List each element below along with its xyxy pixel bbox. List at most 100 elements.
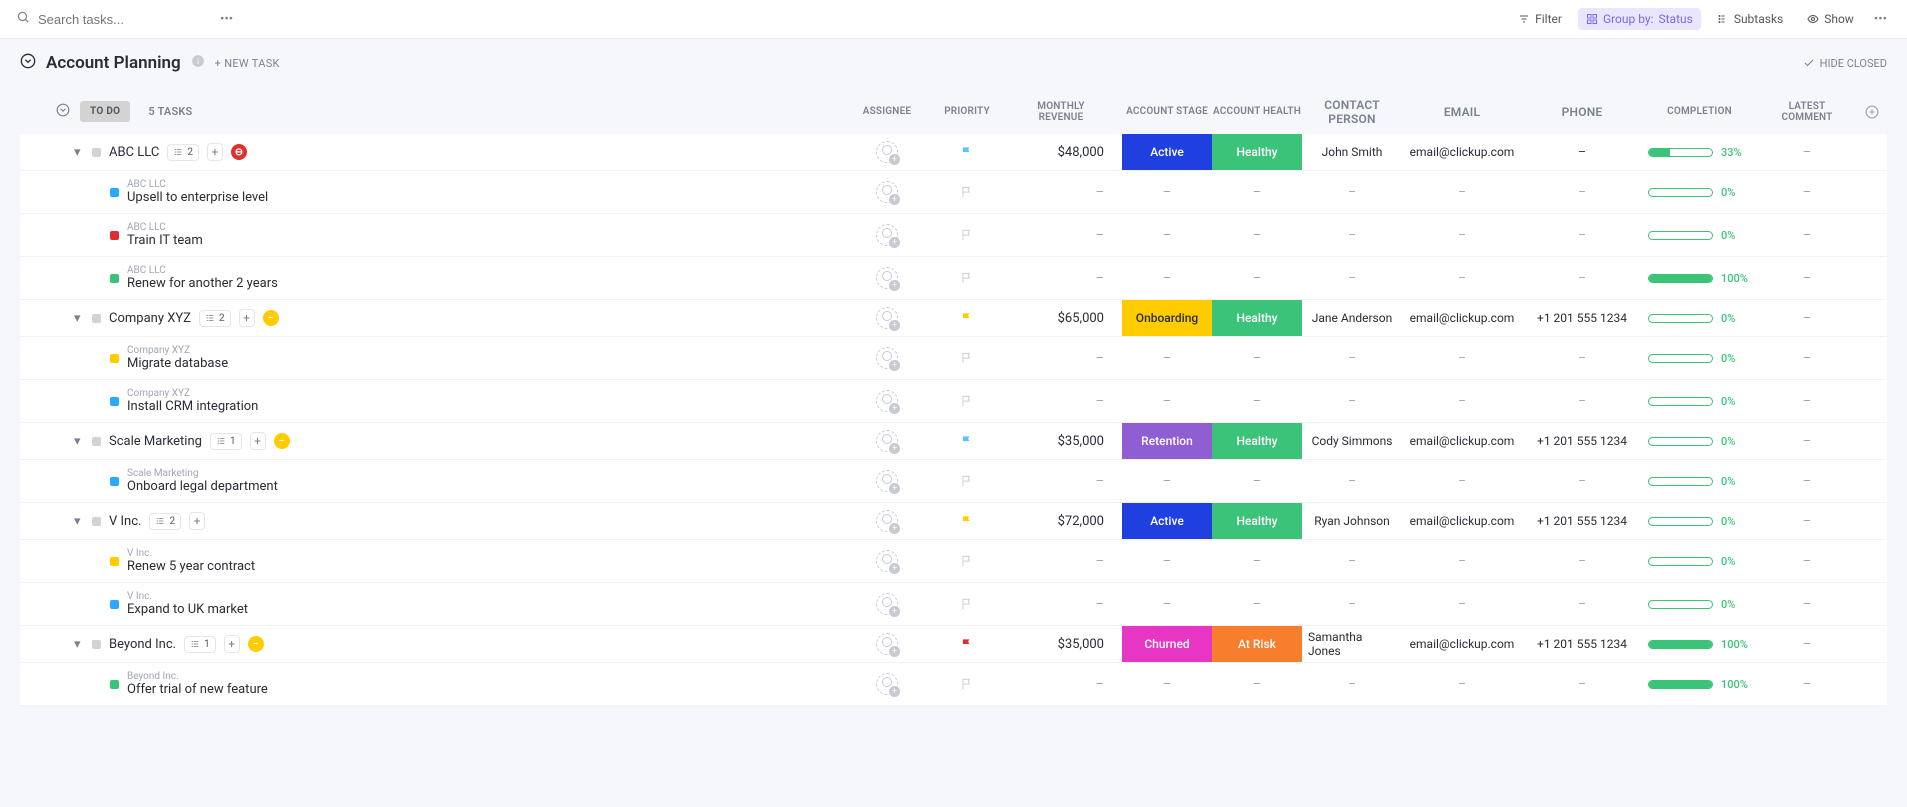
task-title[interactable]: Offer trial of new feature [127, 682, 268, 697]
assignee-placeholder[interactable] [876, 510, 898, 532]
add-subtask-button[interactable]: + [224, 635, 240, 653]
email-cell[interactable]: – [1402, 380, 1522, 422]
caret-down-icon[interactable]: ▾ [74, 434, 84, 449]
caret-down-icon[interactable]: ▾ [74, 145, 84, 160]
status-square[interactable] [110, 680, 119, 689]
priority-flag-icon[interactable] [960, 514, 974, 528]
assignee-placeholder[interactable] [876, 430, 898, 452]
priority-flag-icon[interactable] [960, 351, 974, 365]
priority-flag-icon[interactable] [960, 271, 974, 285]
contact-cell[interactable]: John Smith [1302, 134, 1402, 170]
col-revenue[interactable]: MONTHLY REVENUE [1012, 97, 1122, 127]
health-chip[interactable]: Healthy [1212, 134, 1302, 170]
new-task-button[interactable]: + NEW TASK [215, 57, 280, 70]
revenue-cell[interactable]: $48,000 [1012, 134, 1122, 170]
comment-cell[interactable]: – [1757, 626, 1857, 662]
contact-cell[interactable]: – [1302, 540, 1402, 582]
status-square[interactable] [92, 517, 101, 526]
subtask-row[interactable]: ABC LLC Train IT team – – – – – – 0% – [20, 214, 1887, 257]
status-square[interactable] [110, 188, 119, 197]
stage-chip[interactable]: Onboarding [1122, 300, 1212, 336]
assignee-placeholder[interactable] [876, 181, 898, 203]
phone-cell[interactable]: +1 201 555 1234 [1522, 300, 1642, 336]
priority-flag-icon[interactable] [960, 554, 974, 568]
revenue-cell[interactable]: – [1012, 540, 1122, 582]
comment-cell[interactable]: – [1757, 423, 1857, 459]
revenue-cell[interactable]: – [1012, 663, 1122, 705]
priority-flag-icon[interactable] [960, 145, 974, 159]
task-title[interactable]: Renew 5 year contract [127, 559, 255, 574]
phone-cell[interactable]: – [1522, 460, 1642, 502]
phone-cell[interactable]: +1 201 555 1234 [1522, 626, 1642, 662]
health-cell[interactable]: – [1212, 257, 1302, 299]
email-cell[interactable]: email@clickup.com [1402, 626, 1522, 662]
priority-flag-icon[interactable] [960, 474, 974, 488]
caret-down-icon[interactable]: ▾ [74, 637, 84, 652]
subtask-chip[interactable]: 1 [210, 433, 242, 450]
comment-cell[interactable]: – [1757, 257, 1857, 299]
email-cell[interactable]: – [1402, 214, 1522, 256]
task-title[interactable]: Expand to UK market [127, 602, 248, 617]
task-title[interactable]: Scale Marketing [109, 434, 202, 449]
email-cell[interactable]: – [1402, 583, 1522, 625]
assignee-placeholder[interactable] [876, 673, 898, 695]
comment-cell[interactable]: – [1757, 171, 1857, 213]
completion-progress[interactable]: 100% [1648, 678, 1751, 691]
add-column-button[interactable] [1857, 101, 1887, 123]
contact-cell[interactable]: – [1302, 380, 1402, 422]
col-completion[interactable]: COMPLETION [1642, 102, 1757, 121]
status-square[interactable] [92, 314, 101, 323]
comment-cell[interactable]: – [1757, 460, 1857, 502]
phone-cell[interactable]: – [1522, 134, 1642, 170]
phone-cell[interactable]: – [1522, 583, 1642, 625]
caret-down-icon[interactable]: ▾ [74, 311, 84, 326]
priority-flag-icon[interactable] [960, 597, 974, 611]
stage-cell[interactable]: – [1122, 663, 1212, 705]
health-chip[interactable]: Healthy [1212, 423, 1302, 459]
status-square[interactable] [110, 274, 119, 283]
health-chip[interactable]: Healthy [1212, 503, 1302, 539]
task-title[interactable]: Company XYZ [109, 311, 191, 326]
stage-cell[interactable]: – [1122, 583, 1212, 625]
email-cell[interactable]: – [1402, 337, 1522, 379]
status-square[interactable] [110, 354, 119, 363]
contact-cell[interactable]: – [1302, 257, 1402, 299]
col-health[interactable]: ACCOUNT HEALTH [1212, 106, 1302, 117]
revenue-cell[interactable]: – [1012, 214, 1122, 256]
status-square[interactable] [110, 397, 119, 406]
email-cell[interactable]: email@clickup.com [1402, 423, 1522, 459]
completion-progress[interactable]: 0% [1648, 229, 1751, 242]
caret-down-icon[interactable]: ▾ [74, 514, 84, 529]
completion-progress[interactable]: 0% [1648, 395, 1751, 408]
priority-flag-icon[interactable] [960, 637, 974, 651]
email-cell[interactable]: email@clickup.com [1402, 134, 1522, 170]
phone-cell[interactable]: – [1522, 380, 1642, 422]
email-cell[interactable]: – [1402, 257, 1522, 299]
assignee-placeholder[interactable] [876, 550, 898, 572]
col-email[interactable]: EMAIL [1402, 101, 1522, 123]
phone-cell[interactable]: +1 201 555 1234 [1522, 503, 1642, 539]
assignee-placeholder[interactable] [876, 347, 898, 369]
health-cell[interactable]: – [1212, 663, 1302, 705]
completion-progress[interactable]: 0% [1648, 555, 1751, 568]
task-title[interactable]: Install CRM integration [127, 399, 258, 414]
revenue-cell[interactable]: – [1012, 583, 1122, 625]
email-cell[interactable]: – [1402, 540, 1522, 582]
status-dot-icon[interactable]: − [248, 636, 264, 652]
subtask-chip[interactable]: 1 [184, 636, 216, 653]
completion-progress[interactable]: 0% [1648, 186, 1751, 199]
status-square[interactable] [110, 600, 119, 609]
revenue-cell[interactable]: – [1012, 337, 1122, 379]
stage-cell[interactable]: – [1122, 540, 1212, 582]
contact-cell[interactable]: – [1302, 337, 1402, 379]
subtask-chip[interactable]: 2 [199, 310, 231, 327]
comment-cell[interactable]: – [1757, 503, 1857, 539]
status-square[interactable] [92, 148, 101, 157]
revenue-cell[interactable]: – [1012, 171, 1122, 213]
completion-progress[interactable]: 0% [1648, 435, 1751, 448]
task-row[interactable]: ▾ ABC LLC 2 + ⊖ $48,000 Active Healthy J… [20, 134, 1887, 171]
priority-flag-icon[interactable] [960, 228, 974, 242]
subtask-chip[interactable]: 2 [167, 144, 199, 161]
add-subtask-button[interactable]: + [189, 512, 205, 530]
assignee-placeholder[interactable] [876, 633, 898, 655]
